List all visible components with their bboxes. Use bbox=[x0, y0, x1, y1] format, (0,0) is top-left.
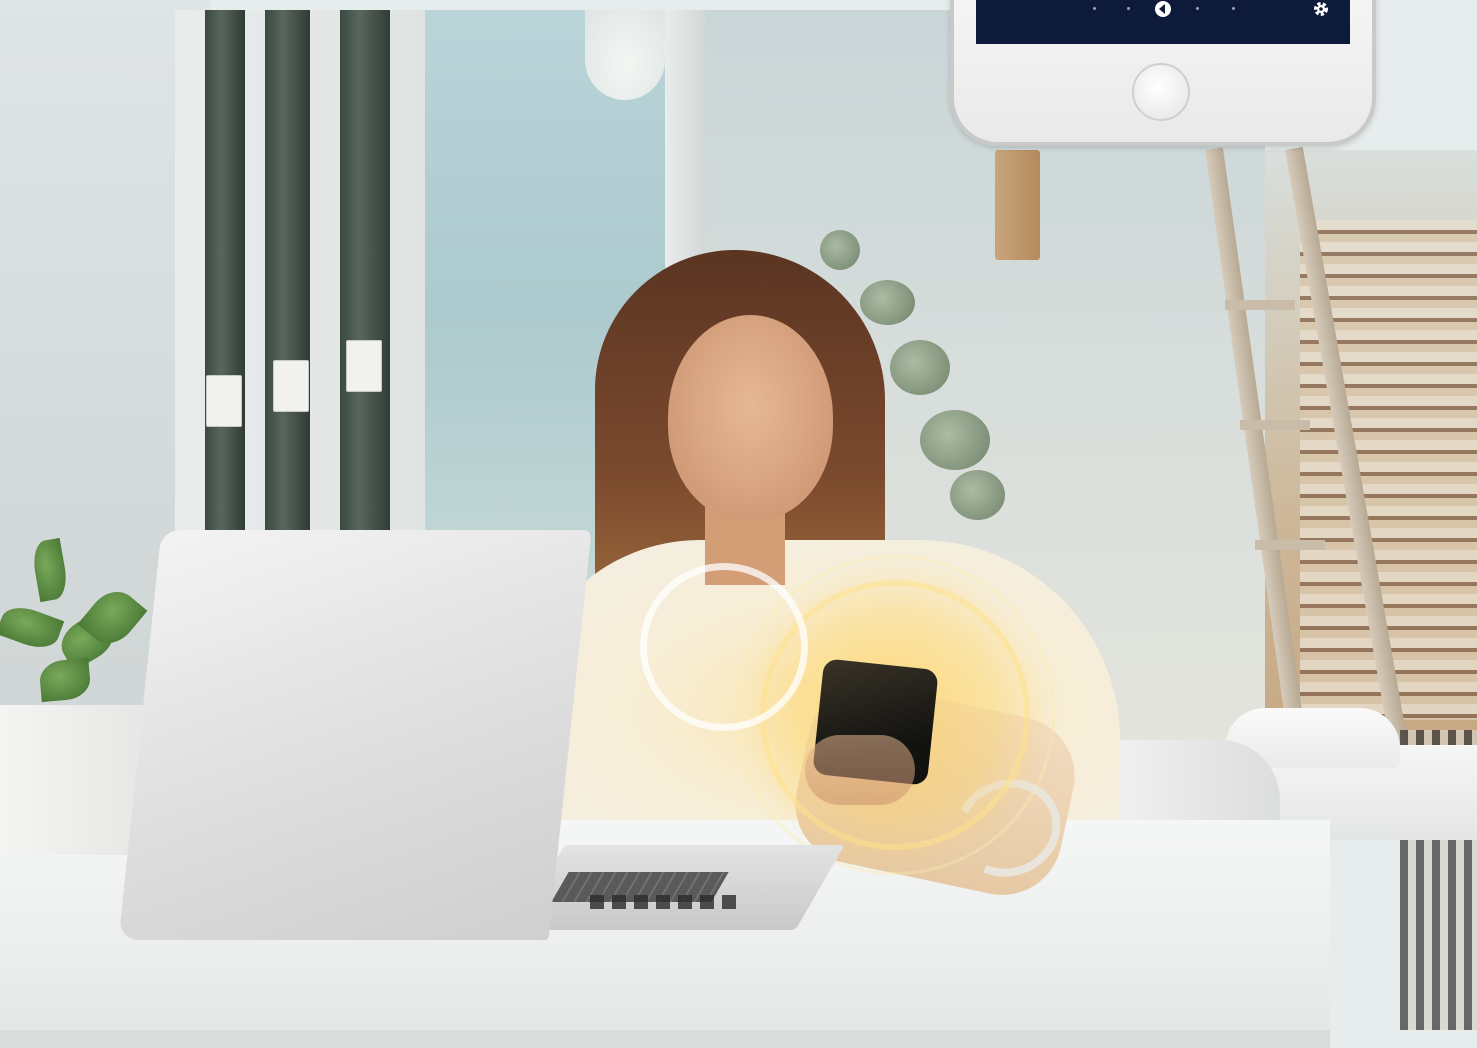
ladder-rung bbox=[1225, 300, 1295, 310]
laptop-lid bbox=[118, 530, 592, 940]
eucalyptus-leaf bbox=[950, 470, 1005, 520]
shutter-slat bbox=[265, 10, 310, 565]
signal-ring bbox=[640, 563, 808, 731]
shutter-slat bbox=[205, 10, 245, 565]
plant-pot bbox=[0, 705, 150, 855]
page-dot bbox=[1196, 7, 1199, 10]
eucalyptus-leaf bbox=[860, 280, 915, 325]
wall-wood-holder bbox=[995, 150, 1040, 260]
photo-scene bbox=[0, 0, 1477, 1048]
laptop-ports bbox=[590, 895, 740, 909]
page-dot bbox=[1232, 7, 1235, 10]
eucalyptus-leaf bbox=[890, 340, 950, 395]
phone-home-button bbox=[1132, 63, 1190, 121]
eucalyptus-leaf bbox=[820, 230, 860, 270]
pillar bbox=[665, 10, 705, 270]
shutter-hinge bbox=[273, 360, 309, 412]
shutter-hinge bbox=[346, 340, 382, 392]
page-dot bbox=[1093, 7, 1096, 10]
phone-screen bbox=[976, 0, 1350, 44]
ladder-rung bbox=[1255, 540, 1325, 550]
gear-icon[interactable] bbox=[1312, 0, 1330, 18]
woman-hand bbox=[805, 735, 915, 805]
woman-face bbox=[668, 315, 833, 520]
ceiling-lamp bbox=[585, 10, 665, 100]
desk-edge bbox=[0, 1030, 1330, 1048]
shutter-hinge bbox=[206, 375, 242, 427]
back-arrow-icon[interactable] bbox=[1154, 0, 1172, 18]
ladder-rung bbox=[1240, 420, 1310, 430]
eucalyptus-leaf bbox=[920, 410, 990, 470]
page-dot bbox=[1127, 7, 1130, 10]
shutter-slat bbox=[340, 10, 390, 565]
